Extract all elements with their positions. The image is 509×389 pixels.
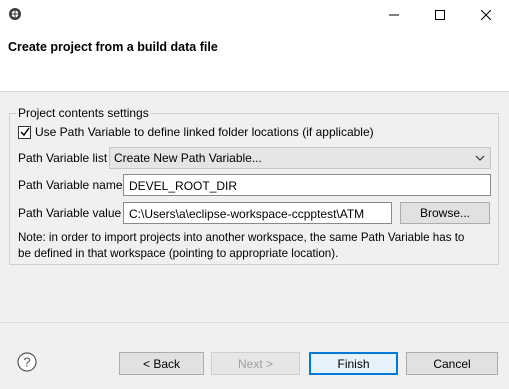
path-variable-list-select[interactable]: Create New Path Variable...	[109, 147, 491, 169]
svg-text:?: ?	[23, 355, 30, 370]
next-button[interactable]: Next >	[211, 352, 300, 375]
note-text: Note: in order to import projects into a…	[18, 230, 494, 261]
browse-button[interactable]: Browse...	[400, 202, 490, 224]
eclipse-cdt-icon	[9, 8, 21, 20]
page-title: Create project from a build data file	[8, 40, 218, 54]
use-path-variable-row[interactable]: Use Path Variable to define linked folde…	[18, 125, 374, 139]
wizard-header: Create project from a build data file	[0, 30, 509, 92]
close-icon	[481, 10, 491, 20]
path-variable-name-label: Path Variable name	[18, 178, 123, 192]
note-line-2: be defined in that workspace (pointing t…	[18, 246, 339, 260]
path-variable-name-input[interactable]: DEVEL_ROOT_DIR	[123, 174, 491, 196]
maximize-button[interactable]	[417, 0, 463, 30]
chevron-down-icon	[475, 155, 485, 161]
path-variable-name-value: DEVEL_ROOT_DIR	[129, 179, 238, 193]
path-variable-value-input[interactable]: C:\Users\a\eclipse-workspace-ccpptest\AT…	[123, 202, 392, 224]
path-variable-value-text: C:\Users\a\eclipse-workspace-ccpptest\AT…	[129, 207, 365, 221]
checkmark-icon	[20, 127, 30, 137]
use-path-variable-checkbox[interactable]	[18, 125, 31, 139]
back-button[interactable]: < Back	[119, 352, 204, 375]
path-variable-value-label: Path Variable value	[18, 206, 122, 220]
help-icon[interactable]: ?	[17, 352, 37, 372]
path-variable-list-value: Create New Path Variable...	[114, 151, 262, 165]
group-legend: Project contents settings	[16, 106, 151, 120]
path-variable-list-label: Path Variable list	[18, 151, 108, 165]
cancel-button[interactable]: Cancel	[406, 352, 498, 375]
minimize-button[interactable]	[371, 0, 417, 30]
note-line-1: Note: in order to import projects into a…	[18, 231, 465, 244]
title-bar	[0, 0, 509, 30]
maximize-icon	[435, 10, 445, 20]
minimize-icon	[389, 14, 399, 16]
finish-button[interactable]: Finish	[309, 352, 398, 375]
close-button[interactable]	[463, 0, 509, 30]
footer-separator	[0, 322, 509, 323]
use-path-variable-label[interactable]: Use Path Variable to define linked folde…	[35, 125, 374, 139]
